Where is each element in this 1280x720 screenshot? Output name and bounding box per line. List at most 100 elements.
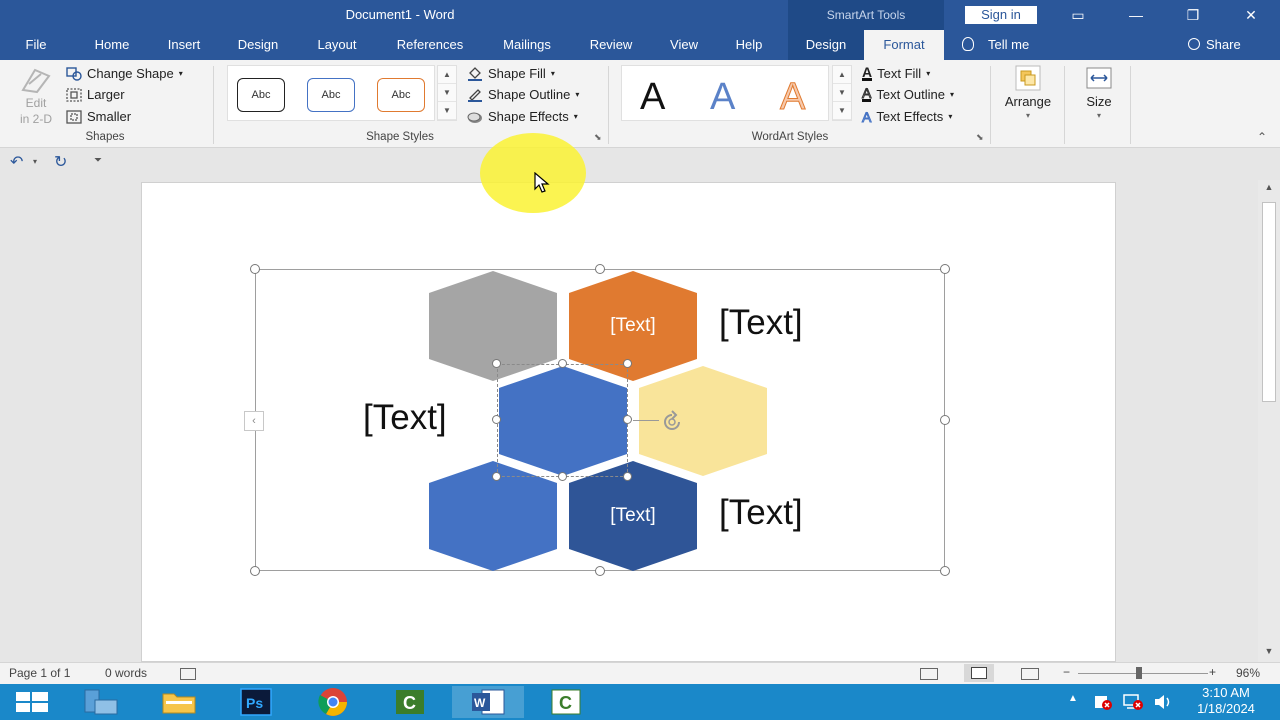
shape-fill-button[interactable]: Shape Fill ▾ bbox=[467, 66, 555, 81]
resize-handle[interactable] bbox=[940, 264, 950, 274]
proofing-icon[interactable] bbox=[180, 668, 196, 680]
scroll-up-icon[interactable]: ▲ bbox=[833, 66, 851, 84]
smartart-label-top-right[interactable]: [Text] bbox=[719, 303, 803, 343]
resize-handle[interactable] bbox=[250, 566, 260, 576]
zoom-in-icon[interactable]: + bbox=[1209, 665, 1216, 679]
size-button[interactable]: Size ▾ bbox=[1074, 64, 1124, 120]
tab-design[interactable]: Design bbox=[228, 30, 288, 60]
shape-styles-launcher-icon[interactable]: ⬊ bbox=[594, 132, 602, 143]
resize-handle[interactable] bbox=[940, 415, 950, 425]
restore-button[interactable]: ❐ bbox=[1170, 0, 1216, 30]
wordart-styles-scroll[interactable]: ▲ ▼ ▼ bbox=[832, 65, 852, 121]
sign-in-button[interactable]: Sign in bbox=[965, 6, 1037, 24]
tab-review[interactable]: Review bbox=[580, 30, 642, 60]
text-outline-button[interactable]: A Text Outline ▾ bbox=[861, 86, 954, 102]
tab-view[interactable]: View bbox=[660, 30, 708, 60]
tab-file[interactable]: File bbox=[12, 30, 60, 60]
undo-dropdown-icon[interactable]: ▾ bbox=[33, 157, 37, 166]
more-icon[interactable]: ▼ bbox=[438, 102, 456, 120]
server-manager-taskbar-button[interactable] bbox=[64, 686, 136, 718]
wordart-preset-blue[interactable]: A bbox=[710, 76, 735, 119]
word-taskbar-button[interactable]: W bbox=[452, 686, 524, 718]
show-hidden-icons-icon[interactable]: ▲ bbox=[1068, 693, 1078, 720]
wordart-styles-launcher-icon[interactable]: ⬊ bbox=[976, 132, 984, 143]
resize-handle[interactable] bbox=[250, 264, 260, 274]
tell-me-box[interactable]: Tell me bbox=[962, 30, 1029, 60]
tab-insert[interactable]: Insert bbox=[158, 30, 210, 60]
arrange-button[interactable]: Arrange ▾ bbox=[1000, 64, 1056, 120]
tab-mailings[interactable]: Mailings bbox=[492, 30, 562, 60]
scrollbar-thumb[interactable] bbox=[1262, 202, 1276, 402]
text-pane-toggle-icon[interactable]: ‹ bbox=[244, 411, 264, 431]
change-shape-button[interactable]: Change Shape ▾ bbox=[66, 66, 183, 81]
shape-resize-handle[interactable] bbox=[492, 359, 501, 368]
action-center-icon[interactable] bbox=[1093, 693, 1113, 711]
volume-icon[interactable] bbox=[1153, 693, 1173, 711]
shape-resize-handle[interactable] bbox=[623, 359, 632, 368]
close-button[interactable]: ✕ bbox=[1228, 0, 1274, 30]
scroll-down-arrow-icon[interactable]: ▼ bbox=[1262, 646, 1276, 660]
print-layout-icon[interactable] bbox=[971, 667, 987, 679]
word-count[interactable]: 0 words bbox=[105, 666, 147, 680]
rotate-handle-icon[interactable] bbox=[659, 409, 685, 435]
undo-icon[interactable]: ↶ bbox=[10, 152, 23, 172]
zoom-out-icon[interactable]: − bbox=[1063, 665, 1070, 679]
camtasia-recorder-taskbar-button[interactable]: C bbox=[530, 686, 602, 718]
text-fill-button[interactable]: A Text Fill ▾ bbox=[862, 65, 930, 81]
scroll-down-icon[interactable]: ▼ bbox=[438, 84, 456, 102]
share-button[interactable]: Share bbox=[1188, 30, 1241, 60]
shape-effects-button[interactable]: Shape Effects ▾ bbox=[467, 109, 578, 124]
chrome-taskbar-button[interactable] bbox=[297, 686, 369, 718]
shape-style-preset-2[interactable]: Abc bbox=[307, 78, 355, 112]
shape-resize-handle[interactable] bbox=[558, 472, 567, 481]
tab-references[interactable]: References bbox=[386, 30, 474, 60]
minimize-button[interactable]: — bbox=[1113, 0, 1159, 30]
tab-smartart-format[interactable]: Format bbox=[864, 30, 944, 60]
read-mode-icon[interactable] bbox=[920, 668, 938, 680]
scroll-up-icon[interactable]: ▲ bbox=[438, 66, 456, 84]
network-icon[interactable] bbox=[1122, 693, 1144, 711]
zoom-level[interactable]: 96% bbox=[1236, 666, 1260, 680]
windows-start-icon[interactable] bbox=[16, 692, 48, 712]
scroll-down-icon[interactable]: ▼ bbox=[833, 84, 851, 102]
hexagon-navy[interactable]: [Text] bbox=[569, 461, 697, 571]
more-icon[interactable]: ▼ bbox=[833, 102, 851, 120]
tab-layout[interactable]: Layout bbox=[306, 30, 368, 60]
file-explorer-taskbar-button[interactable] bbox=[143, 686, 215, 718]
page-count[interactable]: Page 1 of 1 bbox=[9, 666, 70, 680]
shape-resize-handle[interactable] bbox=[492, 415, 501, 424]
resize-handle[interactable] bbox=[595, 264, 605, 274]
text-effects-button[interactable]: A Text Effects ▾ bbox=[861, 109, 952, 124]
customize-qat-icon[interactable]: ⏷ bbox=[94, 155, 102, 166]
smaller-button[interactable]: Smaller bbox=[66, 109, 131, 124]
shape-style-preset-3[interactable]: Abc bbox=[377, 78, 425, 112]
shape-outline-button[interactable]: Shape Outline ▾ bbox=[467, 87, 579, 102]
zoom-slider-track[interactable] bbox=[1078, 673, 1208, 674]
resize-handle[interactable] bbox=[940, 566, 950, 576]
web-layout-icon[interactable] bbox=[1021, 668, 1039, 680]
wordart-preset-orange-outline[interactable]: A bbox=[779, 76, 805, 119]
shape-resize-handle[interactable] bbox=[492, 472, 501, 481]
collapse-ribbon-icon[interactable]: ⌃ bbox=[1257, 130, 1267, 144]
redo-icon[interactable]: ↻ bbox=[54, 152, 67, 172]
edit-in-2d-button[interactable]: Edit in 2-D bbox=[14, 66, 58, 126]
scroll-up-arrow-icon[interactable]: ▲ bbox=[1262, 182, 1276, 196]
resize-handle[interactable] bbox=[595, 566, 605, 576]
shape-resize-handle[interactable] bbox=[558, 359, 567, 368]
tab-help[interactable]: Help bbox=[724, 30, 774, 60]
smartart-label-bottom-right[interactable]: [Text] bbox=[719, 493, 803, 533]
larger-button[interactable]: Larger bbox=[66, 87, 125, 102]
zoom-slider-thumb[interactable] bbox=[1136, 667, 1142, 679]
shape-resize-handle[interactable] bbox=[623, 415, 632, 424]
shape-style-preset-1[interactable]: Abc bbox=[237, 78, 285, 112]
wordart-preset-black[interactable]: A bbox=[640, 76, 665, 119]
shape-styles-scroll[interactable]: ▲ ▼ ▼ bbox=[437, 65, 457, 121]
ribbon-display-options-button[interactable]: ▭ bbox=[1055, 0, 1101, 30]
photoshop-taskbar-button[interactable]: Ps bbox=[220, 686, 292, 718]
vertical-scrollbar[interactable]: ▲ ▼ bbox=[1258, 180, 1280, 662]
camtasia-taskbar-button[interactable]: C bbox=[374, 686, 446, 718]
tab-home[interactable]: Home bbox=[82, 30, 142, 60]
smartart-label-mid-left[interactable]: [Text] bbox=[363, 398, 447, 438]
tab-smartart-design[interactable]: Design bbox=[788, 30, 864, 60]
clock[interactable]: 3:10 AM 1/18/2024 bbox=[1185, 685, 1267, 720]
